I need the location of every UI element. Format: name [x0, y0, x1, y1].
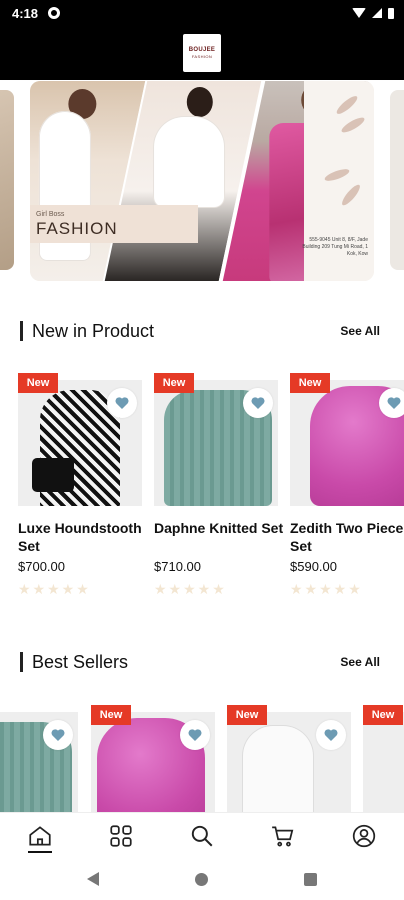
new-in-product-row[interactable]: New Luxe Houndstooth Set $700.00 ★★★★★ N…	[18, 373, 404, 613]
new-in-see-all-link[interactable]: See All	[340, 324, 380, 338]
section-marker	[20, 652, 23, 672]
product-image[interactable]	[91, 712, 215, 812]
product-image[interactable]	[227, 712, 351, 812]
product-price: $710.00	[154, 559, 201, 574]
profile-icon	[352, 824, 375, 847]
rating-stars: ★★★★★	[290, 581, 363, 597]
back-icon[interactable]	[87, 872, 99, 886]
home-icon	[29, 825, 52, 846]
wishlist-heart-icon[interactable]	[107, 388, 137, 418]
wishlist-heart-icon[interactable]	[316, 720, 346, 750]
new-in-header: New in Product See All	[20, 320, 384, 342]
battery-icon	[388, 7, 394, 19]
home-button-icon[interactable]	[195, 872, 208, 886]
best-sellers-title: Best Sellers	[32, 651, 129, 672]
new-badge: New	[363, 705, 403, 725]
new-badge: New	[154, 373, 194, 393]
new-in-title: New in Product	[32, 320, 155, 341]
product-image[interactable]	[290, 380, 404, 506]
wishlist-heart-icon[interactable]	[379, 388, 404, 418]
best-sellers-see-all-link[interactable]: See All	[340, 655, 380, 669]
banner-next-slide[interactable]	[390, 90, 404, 270]
product-name[interactable]: Zedith Two Piece Set	[290, 519, 404, 555]
product-image[interactable]	[363, 712, 404, 812]
nav-profile[interactable]	[334, 813, 394, 859]
new-badge: New	[91, 705, 131, 725]
logo-bottom-text: FASHION	[191, 54, 213, 59]
banner-tag: Girl Boss FASHION	[30, 205, 198, 243]
wishlist-heart-icon[interactable]	[243, 388, 273, 418]
status-time: 4:18	[12, 5, 39, 21]
bottom-navigation	[0, 812, 404, 858]
product-image[interactable]	[154, 380, 278, 506]
rating-stars: ★★★★★	[18, 581, 91, 597]
app-header: BOUJEE FASHION	[0, 26, 404, 80]
signal-icon	[372, 8, 382, 18]
rating-stars: ★★★★★	[154, 581, 227, 597]
product-image[interactable]	[18, 380, 142, 506]
banner-prev-slide[interactable]	[0, 90, 14, 270]
new-badge: New	[18, 373, 58, 393]
product-price: $700.00	[18, 559, 65, 574]
wishlist-heart-icon[interactable]	[180, 720, 210, 750]
brand-logo[interactable]: BOUJEE FASHION	[183, 34, 221, 72]
banner-leaf-decor: 555-9045 Unit 8, 8/F, Jade Building 209 …	[302, 81, 374, 281]
status-icons	[352, 7, 394, 19]
best-sellers-row[interactable]: New New New	[0, 705, 404, 812]
new-badge: New	[227, 705, 267, 725]
product-name[interactable]: Daphne Knitted Set	[154, 519, 284, 537]
wishlist-heart-icon[interactable]	[43, 720, 73, 750]
status-bar: 4:18	[0, 0, 404, 26]
banner-contact: 555-9045 Unit 8, 8/F, Jade Building 209 …	[302, 237, 368, 257]
nav-home[interactable]	[10, 813, 70, 859]
best-sellers-header: Best Sellers See All	[20, 651, 384, 673]
banner-carousel[interactable]: 555-9045 Unit 8, 8/F, Jade Building 209 …	[0, 80, 404, 285]
nav-cart[interactable]	[253, 813, 313, 859]
logo-top-text: BOUJEE	[188, 47, 216, 53]
banner-small-text: Girl Boss	[36, 211, 65, 218]
recent-apps-icon[interactable]	[304, 872, 317, 886]
system-navigation	[0, 858, 404, 900]
product-image[interactable]	[0, 712, 78, 812]
product-name[interactable]: Luxe Houndstooth Set	[18, 519, 148, 555]
search-icon	[191, 825, 213, 846]
product-price: $590.00	[290, 559, 337, 574]
wifi-icon	[352, 8, 366, 18]
categories-icon	[110, 824, 132, 847]
cart-icon	[271, 825, 294, 847]
banner-title: FASHION	[36, 219, 118, 238]
settings-gear-icon	[48, 7, 61, 19]
nav-search[interactable]	[172, 813, 232, 859]
banner-slide[interactable]: 555-9045 Unit 8, 8/F, Jade Building 209 …	[30, 81, 374, 281]
new-badge: New	[290, 373, 330, 393]
nav-categories[interactable]	[91, 813, 151, 859]
section-marker	[20, 321, 23, 341]
